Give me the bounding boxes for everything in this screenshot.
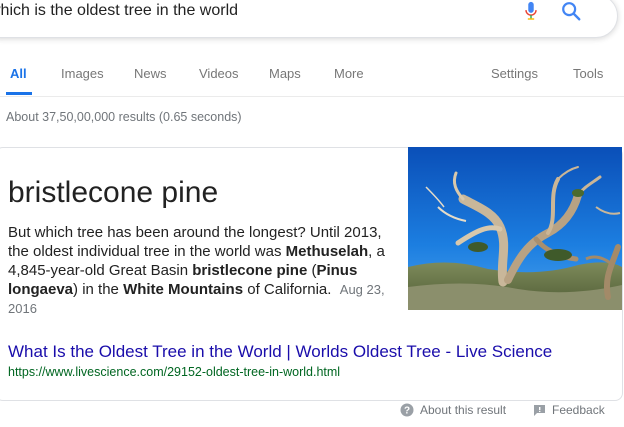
tab-all[interactable]: All [10,66,27,81]
featured-answer-title: bristlecone pine [8,176,219,209]
tab-news[interactable]: News [134,66,167,81]
tab-videos[interactable]: Videos [199,66,239,81]
tab-more[interactable]: More [334,66,364,81]
feedback-label: Feedback [552,403,605,417]
tab-settings[interactable]: Settings [491,66,538,81]
search-bar[interactable]: which is the oldest tree in the world [0,0,618,38]
active-tab-indicator [6,92,32,95]
tab-tools[interactable]: Tools [573,66,603,81]
featured-snippet-text: But which tree has been around the longe… [8,223,403,318]
tab-maps[interactable]: Maps [269,66,301,81]
microphone-icon[interactable] [523,1,539,21]
snippet-bold: White Mountains [123,281,244,298]
result-title-link[interactable]: What Is the Oldest Tree in the World | W… [8,342,552,362]
about-this-result-label: About this result [420,403,507,417]
search-icon[interactable] [560,0,582,22]
tab-images[interactable]: Images [61,66,104,81]
about-this-result[interactable]: ? About this result [400,403,506,417]
feedback-link[interactable]: Feedback [533,403,605,417]
search-input[interactable]: which is the oldest tree in the world [0,2,238,20]
search-tabs: All Images News Videos Maps More Setting… [0,56,624,97]
bristlecone-pine-image[interactable] [408,147,622,310]
result-stats: About 37,50,00,000 results (0.65 seconds… [6,110,242,124]
snippet-text: ) in the [73,281,124,298]
snippet-bold: Methuselah [285,243,369,260]
snippet-bold: bristlecone pine [192,262,308,279]
result-url[interactable]: https://www.livescience.com/29152-oldest… [8,365,340,379]
help-icon: ? [400,403,414,417]
feedback-icon [534,404,545,416]
snippet-text: of California. [243,281,332,298]
svg-text:?: ? [404,406,410,417]
